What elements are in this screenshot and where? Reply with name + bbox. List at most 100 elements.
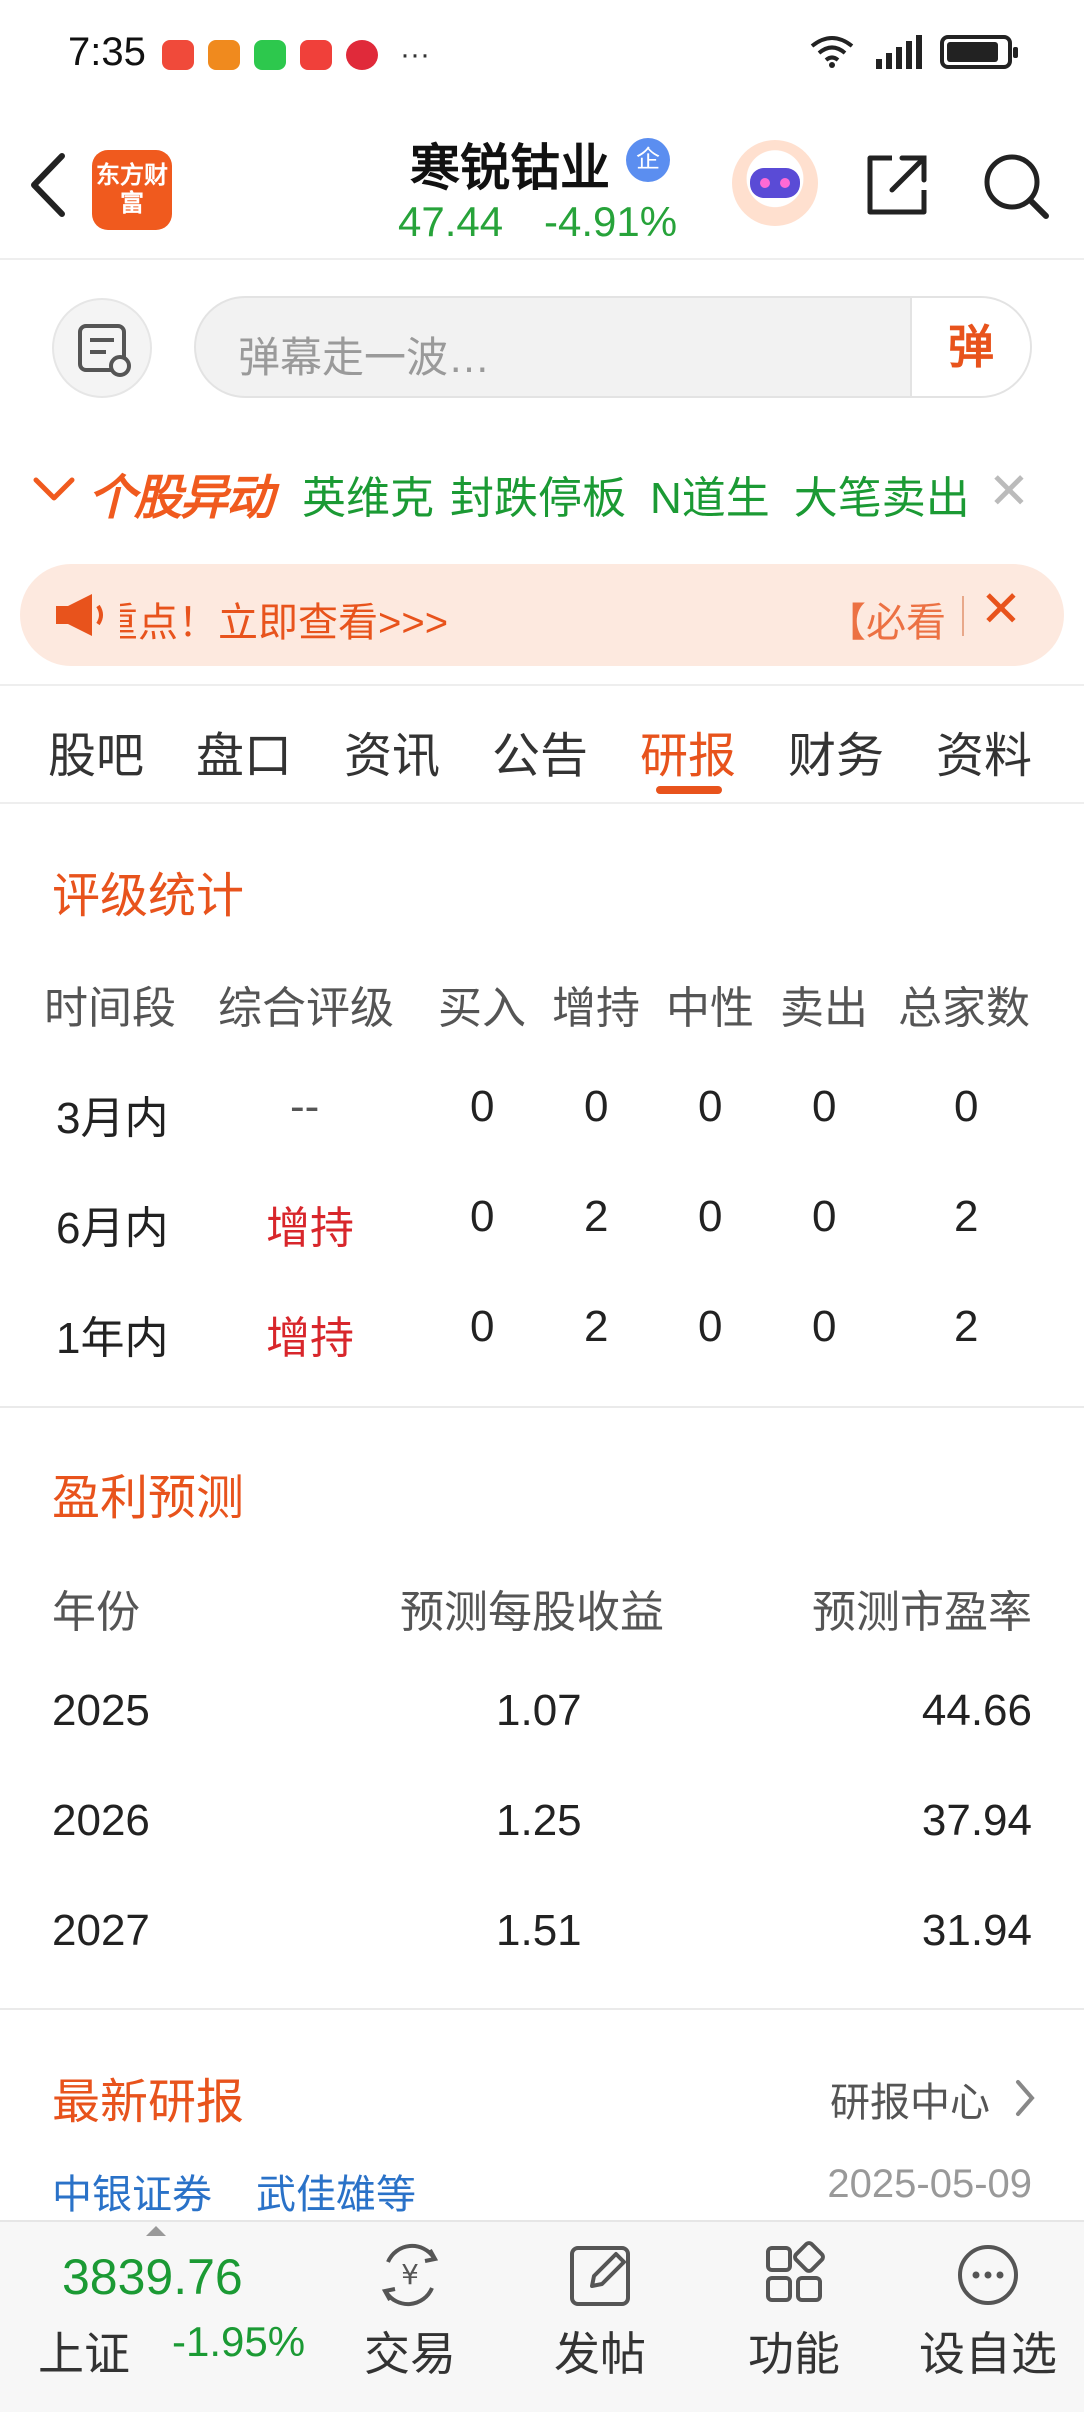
research-center-link[interactable]: 研报中心: [830, 2070, 990, 2128]
table-cell: 2026: [52, 1796, 150, 1845]
back-arrow-icon[interactable]: [26, 150, 70, 220]
table-header: 年份: [52, 1588, 140, 1637]
nav-watchlist[interactable]: 设自选: [908, 2232, 1068, 2412]
enterprise-badge-icon: 企: [626, 138, 670, 182]
report-author[interactable]: 武佳雄等: [256, 2162, 416, 2220]
table-header: 预测每股收益: [400, 1588, 664, 1637]
nav-trade-label: 交易: [364, 2328, 456, 2380]
table-cell: 2027: [52, 1906, 150, 1955]
nav-functions-label: 功能: [748, 2328, 840, 2380]
danmu-toggle-button[interactable]: 弹: [910, 298, 1030, 396]
edit-post-icon: [570, 2246, 630, 2306]
stock-price: 47.44: [398, 198, 504, 245]
share-icon[interactable]: [862, 150, 932, 220]
banner-divider: [962, 596, 964, 636]
index-change: -1.95%: [172, 2318, 306, 2365]
table-cell: 0: [698, 1082, 723, 1131]
chevron-down-icon[interactable]: [30, 466, 78, 514]
tab-guba[interactable]: 股吧: [48, 716, 144, 786]
chevron-right-icon[interactable]: [1012, 2078, 1038, 2118]
signal-icon: [876, 35, 922, 69]
expand-caret-icon[interactable]: [146, 2226, 166, 2236]
app-logo[interactable]: 东方财富: [92, 150, 172, 230]
megaphone-icon: [56, 594, 103, 636]
apps-grid-icon: [766, 2241, 825, 2302]
banner-text-2: 【必看: [826, 601, 946, 645]
search-icon[interactable]: [980, 150, 1052, 222]
svg-text:¥: ¥: [401, 2258, 419, 2291]
wechat-icon: [254, 40, 286, 70]
tab-news[interactable]: 资讯: [344, 716, 440, 786]
danmu-placeholder: 弹幕走一波…: [238, 334, 491, 381]
index-value: 3839.76: [62, 2249, 243, 2305]
table-cell: 2: [584, 1192, 609, 1241]
tab-research[interactable]: 研报: [640, 716, 736, 786]
stock-name[interactable]: 寒锐钴业: [410, 128, 610, 200]
table-cell: 1.51: [496, 1906, 582, 1955]
tab-pankou[interactable]: 盘口: [196, 716, 292, 786]
latest-reports-title: 最新研报: [52, 2076, 245, 2129]
nav-functions[interactable]: 功能: [714, 2232, 874, 2412]
table-cell: 31.94: [921, 1906, 1032, 1955]
mover-item[interactable]: 大笔卖出: [794, 462, 970, 526]
table-cell: 0: [584, 1082, 609, 1131]
tab-profile[interactable]: 资料: [936, 716, 1032, 786]
banner-close-icon[interactable]: ✕: [980, 580, 1022, 638]
app-notification-icon-3: [346, 40, 378, 70]
nav-post-label: 发帖: [554, 2328, 646, 2380]
index-name: 上证: [38, 2328, 130, 2380]
nav-trade[interactable]: ¥ 交易: [330, 2232, 490, 2412]
table-cell: 6月内: [56, 1204, 169, 1253]
table-cell: 2: [954, 1302, 979, 1351]
promo-banner[interactable]: 重点！立即查看>>> 【必看 ✕: [20, 564, 1064, 666]
system-indicators: [808, 34, 1018, 70]
table-cell: 0: [812, 1192, 837, 1241]
table-cell-rating: 增持: [266, 1314, 354, 1363]
report-broker[interactable]: 中银证券: [52, 2162, 212, 2220]
table-header: 买入: [438, 984, 526, 1033]
danmu-input[interactable]: 弹幕走一波… 弹: [194, 296, 1032, 398]
nav-post[interactable]: 发帖: [520, 2232, 680, 2412]
more-dots-icon: [958, 2245, 1018, 2305]
movers-title: 个股异动: [88, 472, 274, 525]
comment-settings-icon: [78, 324, 131, 377]
status-bar: 7:35 ···: [0, 0, 1084, 110]
table-header: 预测市盈率: [812, 1588, 1032, 1637]
table-cell-rating: 增持: [266, 1204, 354, 1253]
table-cell: 0: [812, 1302, 837, 1351]
app-notification-icon: [208, 40, 240, 70]
more-notifications-icon: ···: [400, 38, 430, 71]
table-header: 综合评级: [218, 984, 394, 1033]
trade-icon: ¥: [381, 2243, 439, 2307]
table-cell: --: [290, 1082, 320, 1131]
table-header: 增持: [552, 984, 640, 1033]
table-cell: 0: [698, 1192, 723, 1241]
mover-item[interactable]: 英维克: [302, 462, 434, 526]
tab-finance[interactable]: 财务: [788, 716, 884, 786]
mover-item[interactable]: 封跌停板: [450, 462, 626, 526]
active-tab-indicator: [656, 786, 722, 794]
comment-settings-button[interactable]: [52, 298, 152, 398]
nav-watchlist-label: 设自选: [919, 2328, 1057, 2380]
movers-items[interactable]: 英维克 封跌停板 N道生 大笔卖出: [302, 462, 970, 526]
notification-icons: ···: [162, 40, 430, 70]
table-cell: 2: [584, 1302, 609, 1351]
earnings-forecast-title: 盈利预测: [52, 1472, 245, 1525]
bottom-nav-bar: 3839.76 上证 -1.95% ¥ 交易 发帖 功能 设自选: [0, 2220, 1084, 2412]
ai-assistant-avatar[interactable]: [732, 140, 818, 226]
report-date: 2025-05-09: [827, 2162, 1032, 2206]
stock-change-pct: -4.91%: [544, 198, 678, 245]
table-cell: 1.25: [496, 1796, 582, 1845]
table-cell: 1年内: [56, 1314, 169, 1363]
rating-stats-title: 评级统计: [52, 870, 245, 923]
table-cell: 0: [812, 1082, 837, 1131]
table-cell: 0: [470, 1302, 495, 1351]
tab-announcements[interactable]: 公告: [492, 716, 588, 786]
stock-header: 东方财富 寒锐钴业 企 47.44 -4.91%: [0, 110, 1084, 260]
banner-text: 重点！立即查看>>>: [98, 601, 449, 645]
table-cell: 0: [470, 1082, 495, 1131]
table-cell: 2: [954, 1192, 979, 1241]
mover-item[interactable]: N道生: [650, 462, 770, 526]
table-header: 卖出: [780, 984, 868, 1033]
movers-close-icon[interactable]: ✕: [988, 462, 1030, 520]
